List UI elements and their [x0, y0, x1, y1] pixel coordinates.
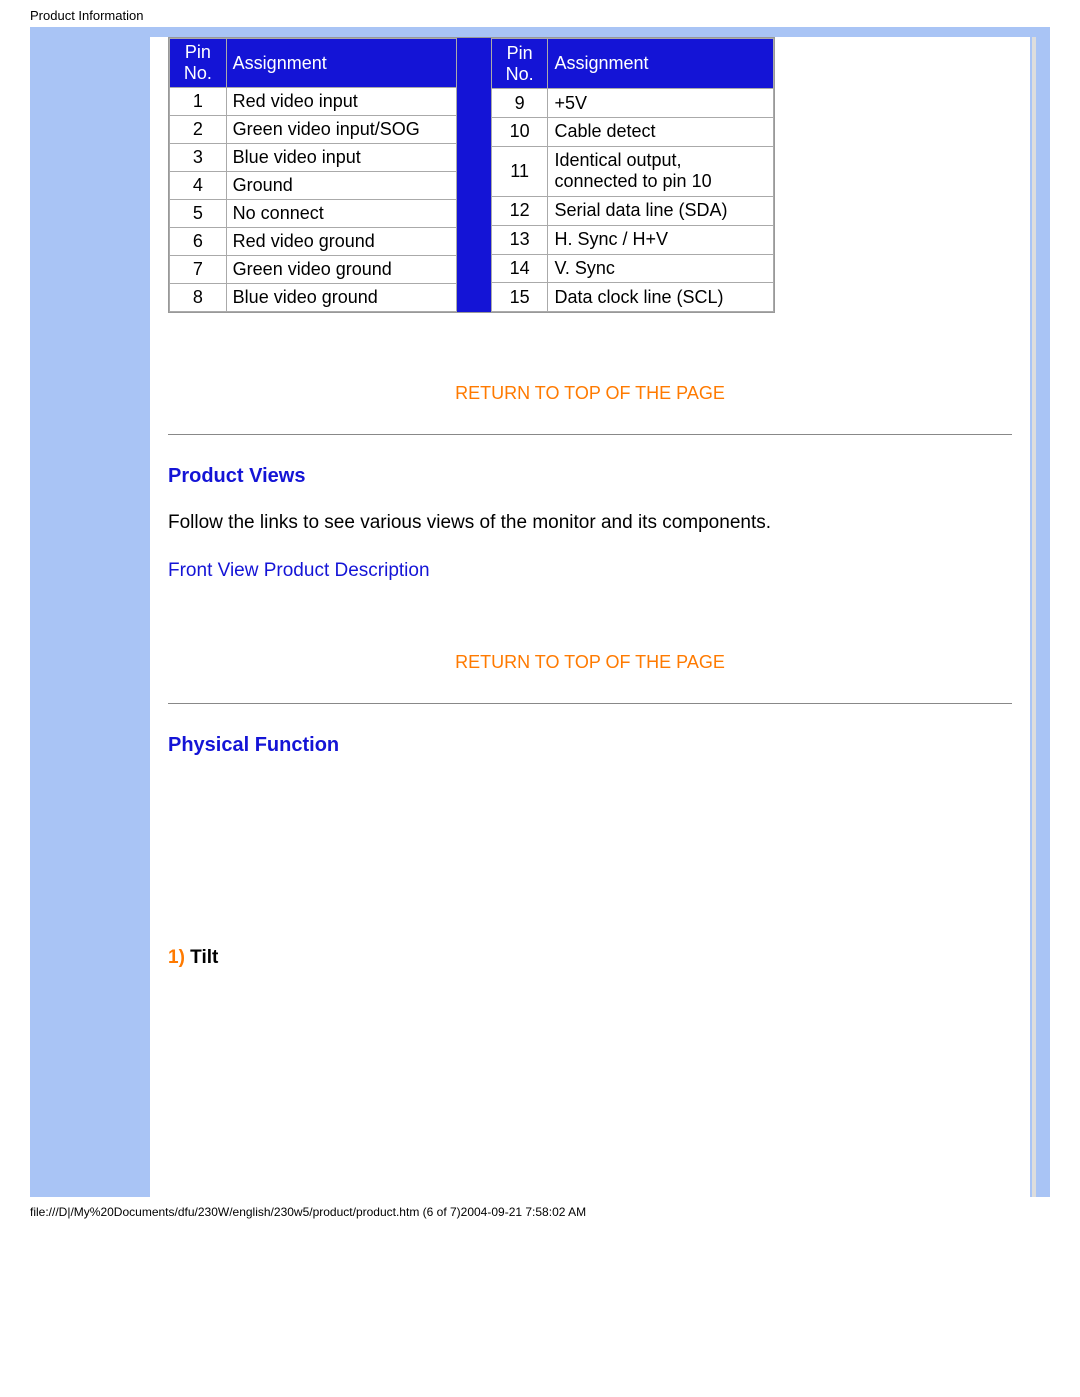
cell-assign: Blue video input [226, 144, 456, 172]
cell-assign: H. Sync / H+V [548, 225, 774, 254]
content-area: Pin No. Assignment 1Red video input 2Gre… [150, 37, 1030, 1197]
cell-assign: Red video ground [226, 228, 456, 256]
th-assignment: Assignment [226, 39, 456, 88]
page-header-title: Product Information [0, 0, 1080, 27]
tilt-heading: 1) Tilt [168, 947, 1012, 969]
pin-table-right: Pin No. Assignment 9+5V 10Cable detect 1… [491, 38, 774, 312]
tilt-number: 1) [168, 947, 185, 968]
front-view-link[interactable]: Front View Product Description [168, 560, 430, 581]
th-assignment: Assignment [548, 39, 774, 89]
cell-assign: Identical output, connected to pin 10 [548, 146, 774, 196]
cell-assign: Serial data line (SDA) [548, 197, 774, 226]
pin-table-left: Pin No. Assignment 1Red video input 2Gre… [169, 38, 457, 312]
cell-assign: Green video ground [226, 256, 456, 284]
cell-assign: Blue video ground [226, 284, 456, 312]
cell-pin: 12 [491, 197, 548, 226]
cell-pin: 14 [491, 254, 548, 283]
footer-file-path: file:///D|/My%20Documents/dfu/230W/engli… [0, 1197, 1080, 1229]
cell-pin: 11 [491, 146, 548, 196]
cell-pin: 5 [170, 200, 227, 228]
divider [168, 434, 1012, 435]
cell-assign: No connect [226, 200, 456, 228]
cell-pin: 1 [170, 88, 227, 116]
cell-pin: 8 [170, 284, 227, 312]
scrollbar-placeholder [1032, 37, 1036, 1197]
cell-pin: 3 [170, 144, 227, 172]
return-to-top-link[interactable]: RETURN TO TOP OF THE PAGE [168, 652, 1012, 673]
product-views-text: Follow the links to see various views of… [168, 512, 1012, 534]
heading-physical-function: Physical Function [168, 734, 1012, 757]
cell-pin: 6 [170, 228, 227, 256]
cell-assign: Green video input/SOG [226, 116, 456, 144]
cell-pin: 13 [491, 225, 548, 254]
th-pin-no: Pin No. [491, 39, 548, 89]
pin-assignment-tables: Pin No. Assignment 1Red video input 2Gre… [168, 37, 775, 313]
cell-assign: Data clock line (SCL) [548, 283, 774, 312]
cell-assign: V. Sync [548, 254, 774, 283]
return-to-top-link[interactable]: RETURN TO TOP OF THE PAGE [168, 383, 1012, 404]
divider [168, 703, 1012, 704]
cell-pin: 7 [170, 256, 227, 284]
th-pin-no: Pin No. [170, 39, 227, 88]
cell-pin: 15 [491, 283, 548, 312]
outer-frame: Pin No. Assignment 1Red video input 2Gre… [30, 27, 1050, 1197]
cell-assign: Ground [226, 172, 456, 200]
cell-assign: Red video input [226, 88, 456, 116]
cell-pin: 10 [491, 118, 548, 147]
tilt-text: Tilt [185, 947, 218, 968]
cell-pin: 9 [491, 89, 548, 118]
cell-pin: 2 [170, 116, 227, 144]
cell-assign: +5V [548, 89, 774, 118]
cell-pin: 4 [170, 172, 227, 200]
cell-assign: Cable detect [548, 118, 774, 147]
heading-product-views: Product Views [168, 465, 1012, 488]
table-divider [457, 38, 491, 312]
